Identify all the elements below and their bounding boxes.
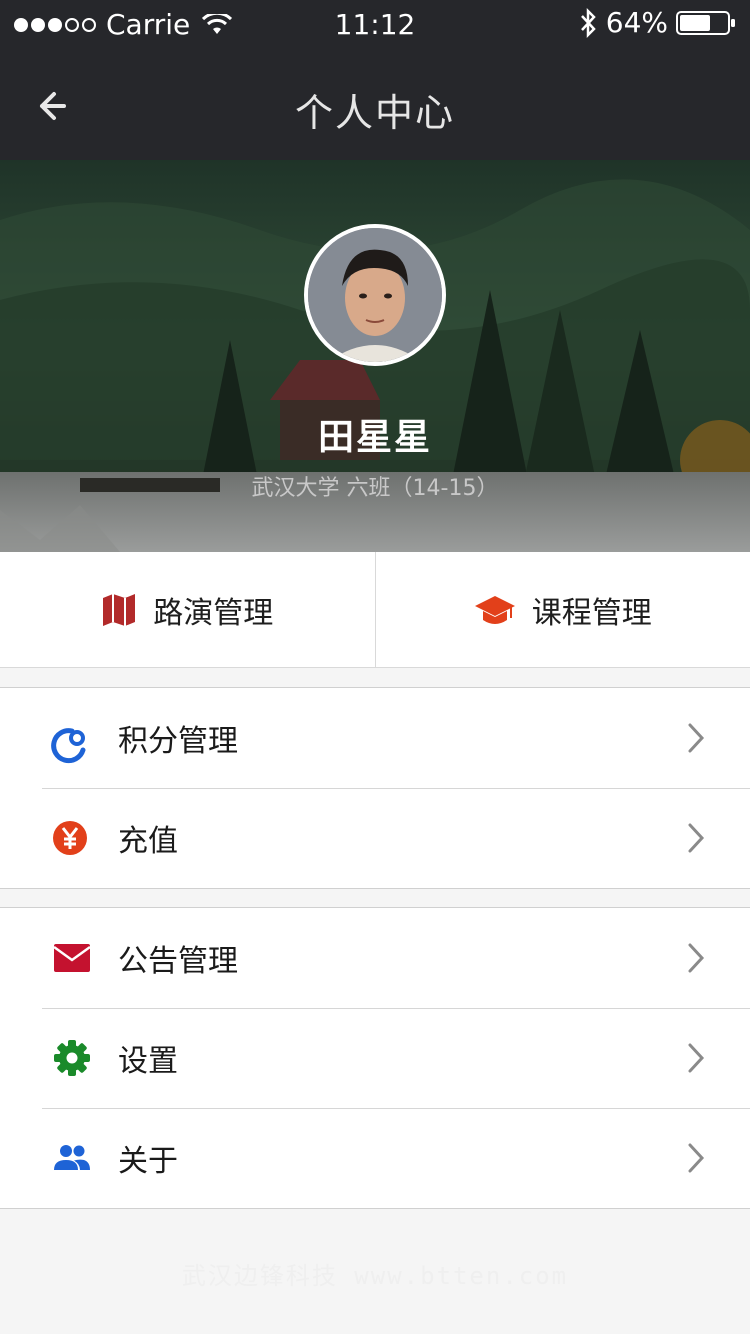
menu-item-recharge[interactable]: 充值 [0, 788, 750, 888]
yen-icon [53, 821, 87, 855]
user-school: 武汉大学 六班（14-15） [251, 476, 499, 501]
status-bar: Carrie 11:12 64% [0, 0, 750, 50]
course-management-label: 课程管理 [531, 595, 652, 631]
battery-percent: 64% [605, 6, 668, 39]
course-management-button[interactable]: 课程管理 [374, 552, 750, 667]
menu-item-about[interactable]: 关于 [0, 1108, 750, 1208]
menu-item-settings[interactable]: 设置 [0, 1008, 750, 1108]
profile-header: 田星星 武汉大学 六班（14-15） [0, 160, 750, 552]
battery-icon [676, 10, 735, 35]
user-name: 田星星 [317, 417, 432, 458]
status-right: 64% [578, 6, 736, 39]
chevron-right-icon [688, 1143, 705, 1173]
roadshow-management-label: 路演管理 [153, 595, 274, 631]
chevron-right-icon [688, 723, 705, 753]
page-title: 个人中心 [294, 91, 455, 135]
avatar[interactable] [304, 224, 446, 366]
quick-actions: 路演管理 课程管理 [0, 552, 750, 668]
footer-watermark: 武汉边锋科技 www.btten.com [181, 1262, 569, 1290]
menu-group-1: 积分管理 充值 [0, 687, 750, 889]
menu-item-label: 公告管理 [118, 944, 238, 979]
menu-item-label: 关于 [118, 1144, 178, 1179]
map-icon [103, 593, 136, 626]
graduation-cap-icon [474, 595, 515, 624]
people-icon [54, 1145, 90, 1170]
menu-group-2: 公告管理 设置 关于 [0, 907, 750, 1209]
avatar-photo-icon [308, 228, 442, 362]
chevron-right-icon [688, 823, 705, 853]
menu-item-points[interactable]: 积分管理 [0, 688, 750, 788]
chevron-right-icon [688, 943, 705, 973]
menu-item-label: 设置 [118, 1044, 178, 1079]
roadshow-management-button[interactable]: 路演管理 [0, 552, 375, 667]
mail-icon [53, 944, 91, 972]
nav-bar: 个人中心 [0, 50, 750, 160]
gear-icon [54, 1040, 90, 1076]
chevron-right-icon [688, 1043, 705, 1073]
menu-item-label: 积分管理 [118, 724, 238, 759]
points-icon [51, 728, 86, 764]
menu-item-announcements[interactable]: 公告管理 [0, 908, 750, 1008]
bluetooth-icon [580, 7, 596, 38]
menu-item-label: 充值 [118, 824, 178, 859]
